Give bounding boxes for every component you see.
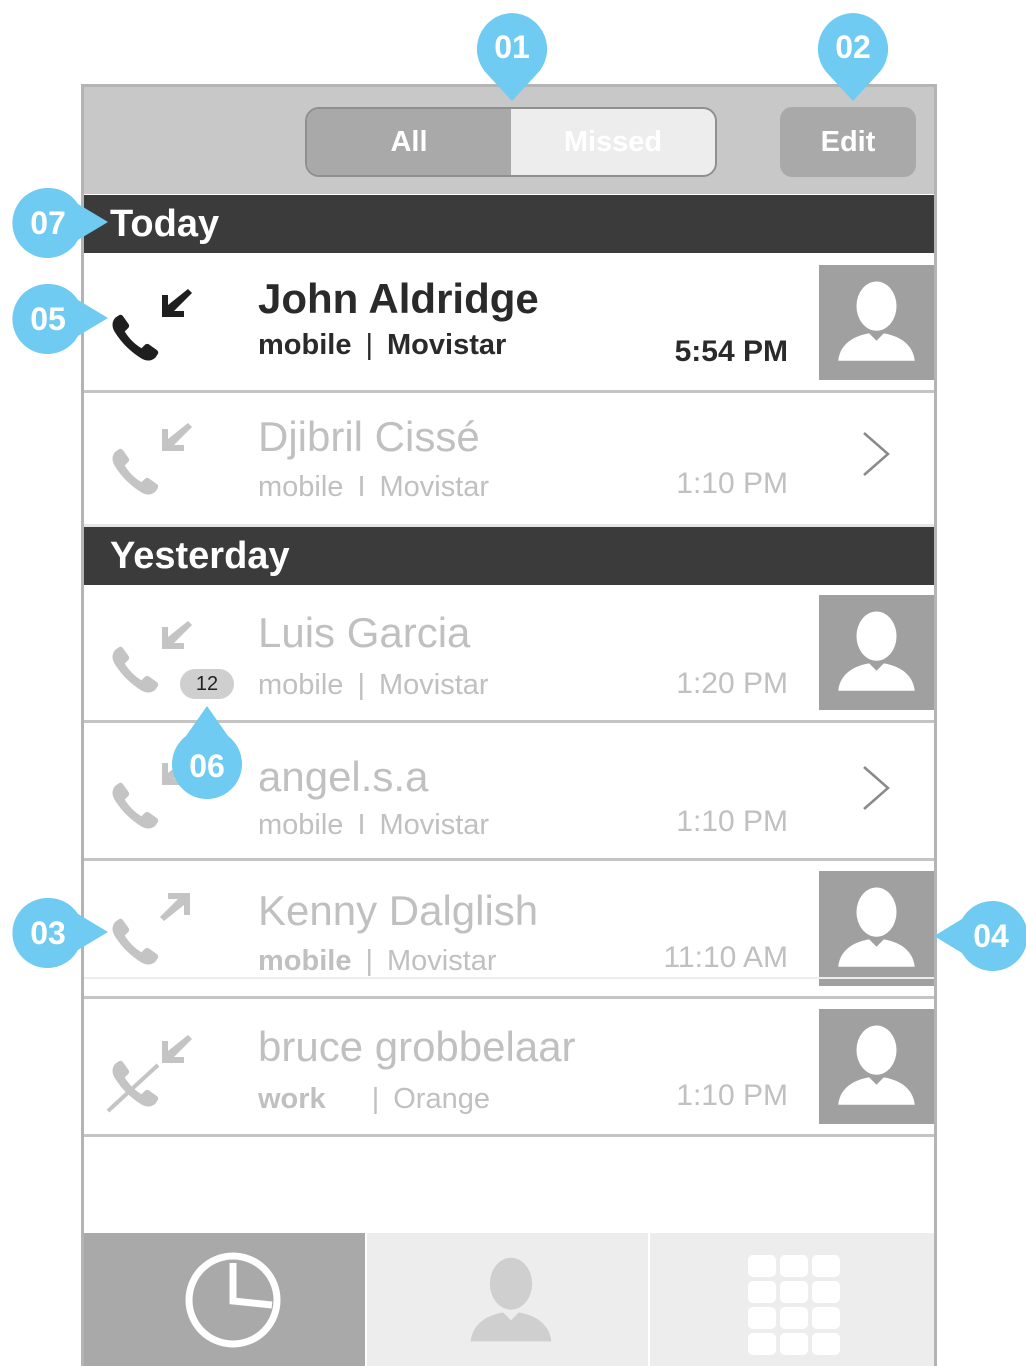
filter-segmented-control: All Missed (305, 107, 717, 177)
separator: | (371, 1083, 380, 1115)
call-time: 11:10 AM (663, 941, 788, 974)
keypad-icon (748, 1255, 840, 1355)
arrow-incoming-icon (162, 621, 192, 649)
top-bar: All Missed Edit (84, 87, 934, 194)
callout-04: 04 (932, 899, 1026, 973)
person-icon (470, 1257, 552, 1342)
section-header-today: Today (84, 195, 934, 253)
caller-detail: mobile | Movistar (258, 329, 506, 362)
segment-missed-button[interactable]: Missed (511, 109, 715, 175)
number-type: mobile (258, 471, 344, 503)
call-time: 1:20 PM (676, 667, 788, 700)
carrier: Movistar (379, 809, 490, 841)
number-type: mobile (258, 669, 344, 701)
call-time: 5:54 PM (674, 335, 788, 368)
call-row[interactable]: bruce grobbelaar work | Orange 1:10 PM (84, 999, 934, 1137)
call-time: 1:10 PM (676, 467, 788, 500)
separator: I (357, 809, 366, 841)
phone-icon (112, 289, 192, 361)
arrow-incoming-icon (162, 289, 192, 317)
avatar[interactable] (819, 871, 934, 986)
tab-bar (84, 1233, 934, 1366)
call-row[interactable]: 12 Luis Garcia mobile | Movistar 1:20 PM (84, 585, 934, 723)
phone-missed-icon (106, 1035, 192, 1113)
phone-icon (112, 423, 192, 495)
caller-name: Djibril Cissé (258, 413, 480, 460)
avatar[interactable] (819, 595, 934, 710)
call-row[interactable]: Kenny Dalglish mobile | Movistar 11:10 AM (84, 861, 934, 999)
chevron-right-icon[interactable] (860, 429, 894, 479)
section-header-yesterday: Yesterday (84, 527, 934, 585)
person-icon (838, 1025, 915, 1105)
tab-keypad[interactable] (650, 1233, 934, 1366)
carrier: Orange (393, 1083, 490, 1115)
avatar[interactable] (819, 265, 934, 380)
callout-05: 05 (12, 282, 110, 356)
separator: | (365, 329, 374, 361)
tab-recents[interactable] (84, 1233, 365, 1366)
caller-detail: mobile I Movistar (258, 471, 489, 504)
callout-06: 06 (170, 704, 244, 802)
call-time: 1:10 PM (676, 805, 788, 838)
caller-detail: mobile | Movistar (258, 669, 489, 702)
arrow-incoming-icon (162, 423, 192, 451)
number-type: mobile (258, 329, 352, 361)
edit-button[interactable]: Edit (780, 107, 916, 177)
tab-contacts[interactable] (367, 1233, 648, 1366)
caller-name: Kenny Dalglish (258, 887, 539, 934)
caller-detail: mobile | Movistar (258, 945, 497, 978)
separator: | (357, 669, 365, 701)
caller-name: Luis Garcia (258, 609, 471, 656)
callout-02: 02 (815, 11, 891, 103)
caller-name: bruce grobbelaar (258, 1023, 576, 1070)
person-icon (838, 281, 915, 361)
carrier: Movistar (378, 669, 489, 701)
callout-03: 03 (12, 896, 110, 970)
number-type: mobile (258, 945, 352, 977)
arrow-incoming-icon (162, 1035, 192, 1063)
caller-detail: work | Orange (258, 1083, 490, 1116)
number-type: work (258, 1083, 326, 1115)
arrow-outgoing-icon (160, 893, 190, 921)
number-type: mobile (258, 809, 344, 841)
caller-detail: mobile I Movistar (258, 809, 489, 842)
caller-name: John Aldridge (258, 275, 539, 322)
separator: | (365, 945, 374, 977)
avatar[interactable] (819, 1009, 934, 1124)
call-row[interactable]: John Aldridge mobile | Movistar 5:54 PM (84, 253, 934, 393)
call-count-badge: 12 (180, 669, 234, 699)
chevron-right-icon[interactable] (860, 763, 894, 813)
carrier: Movistar (379, 471, 490, 503)
callout-07: 07 (12, 186, 110, 260)
caller-name: angel.s.a (258, 753, 429, 800)
carrier: Movistar (387, 945, 497, 977)
clock-icon (185, 1252, 281, 1348)
segment-all-button[interactable]: All (307, 109, 511, 175)
call-time: 1:10 PM (676, 1079, 788, 1112)
callout-01: 01 (474, 11, 550, 103)
carrier: Movistar (387, 329, 507, 361)
phone-icon (112, 893, 190, 965)
person-icon (838, 611, 915, 691)
person-icon (838, 887, 915, 967)
call-row[interactable]: Djibril Cissé mobile I Movistar 1:10 PM (84, 393, 934, 527)
separator: I (357, 471, 366, 503)
